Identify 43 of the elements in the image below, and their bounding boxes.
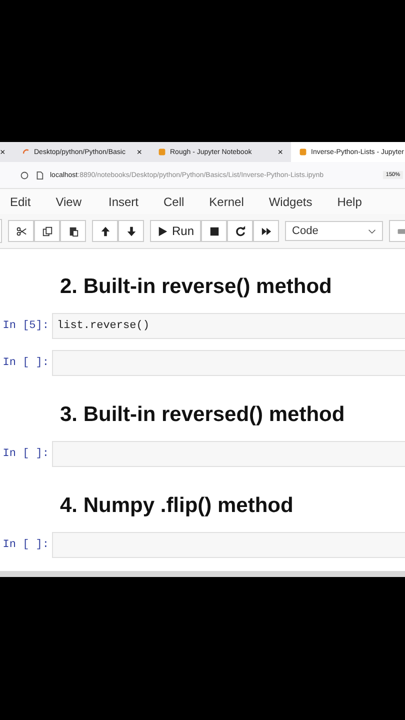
menu-item[interactable]: Kernel: [209, 194, 244, 208]
cell-type-dropdown[interactable]: Code: [285, 221, 384, 241]
code-cell[interactable]: [52, 350, 405, 376]
loading-icon: [22, 148, 30, 156]
copy-icon: [42, 226, 52, 236]
code-cell[interactable]: [52, 532, 405, 558]
fast-forward-icon: [260, 226, 272, 236]
browser-tab[interactable]: ×: [0, 142, 14, 162]
section-heading: 4. Numpy .flip() method: [60, 494, 294, 518]
code-cell[interactable]: [52, 440, 405, 466]
stop-button[interactable]: [201, 220, 228, 242]
move-up-button[interactable]: [92, 220, 118, 242]
stop-icon: [208, 226, 220, 236]
input-prompt: In [ ]:: [2, 356, 50, 368]
code-cell[interactable]: list.reverse(): [52, 312, 405, 338]
input-prompt: In [5]:: [2, 320, 50, 332]
menu-item[interactable]: Cell: [164, 194, 184, 208]
play-icon: [157, 226, 168, 236]
section-heading: 2. Built-in reverse() method: [60, 275, 332, 299]
fast-forward-button[interactable]: [253, 220, 280, 242]
caret-icon: [368, 228, 376, 234]
restart-button[interactable]: [227, 220, 254, 242]
notebook-icon: [158, 148, 166, 156]
input-prompt: In [ ]:: [2, 448, 50, 460]
menu-item[interactable]: Insert: [108, 194, 138, 208]
menu-item[interactable]: Edit: [10, 194, 31, 208]
menu-item[interactable]: Help: [337, 194, 362, 208]
notebook-icon: [299, 148, 307, 156]
arrow-up-icon: [100, 226, 110, 236]
scissors-icon: [16, 226, 26, 236]
input-prompt: In [ ]:: [2, 538, 50, 550]
paste-icon: [68, 226, 78, 236]
move-down-button[interactable]: [118, 220, 144, 242]
paste-button[interactable]: [60, 220, 86, 242]
copy-button[interactable]: [34, 220, 60, 242]
page-icon: [35, 170, 44, 180]
restart-icon: [234, 226, 246, 236]
section-heading: 3. Built-in reversed() method: [60, 403, 345, 427]
menu-item[interactable]: View: [56, 194, 82, 208]
cut-button[interactable]: [8, 220, 34, 242]
menu-item[interactable]: Widgets: [268, 194, 312, 208]
arrow-down-icon: [126, 226, 136, 236]
run-button[interactable]: Run: [150, 220, 202, 242]
